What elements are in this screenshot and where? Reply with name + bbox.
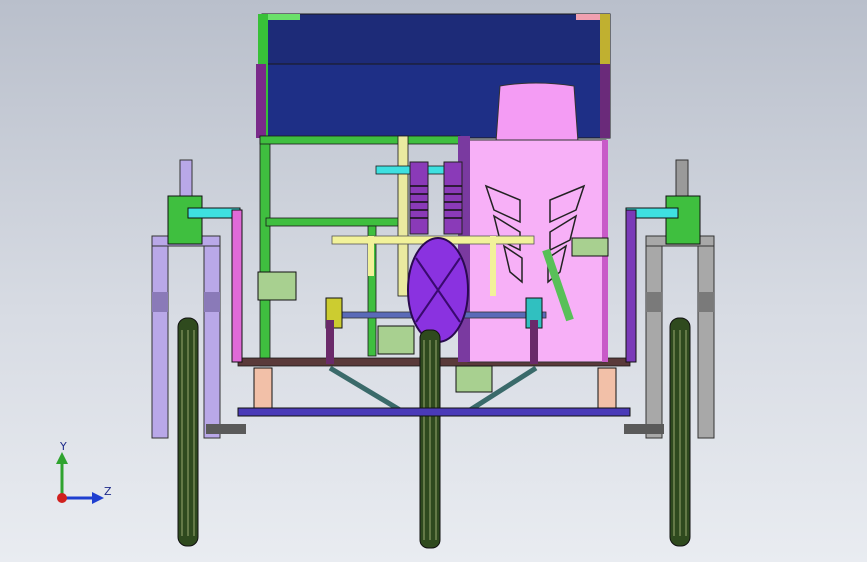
- brake-line-left: [231, 209, 243, 363]
- tricycle-model[interactable]: [0, 0, 867, 562]
- front-right-wheel[interactable]: [669, 317, 691, 547]
- triad-z-label: Z: [104, 485, 112, 498]
- front-right-fork[interactable]: [597, 159, 715, 439]
- rear-wheel[interactable]: [419, 329, 441, 549]
- triad-y-label: Y: [60, 440, 67, 453]
- cad-viewport[interactable]: Y Z: [0, 0, 867, 562]
- origin-icon: [57, 493, 67, 503]
- front-left-fork[interactable]: [151, 159, 273, 439]
- tie-rod[interactable]: [237, 407, 631, 417]
- triad-axis-icon: [56, 452, 104, 504]
- coordinate-triad: Y Z: [48, 440, 118, 510]
- brake-line-right: [625, 209, 637, 363]
- front-left-wheel[interactable]: [177, 317, 199, 547]
